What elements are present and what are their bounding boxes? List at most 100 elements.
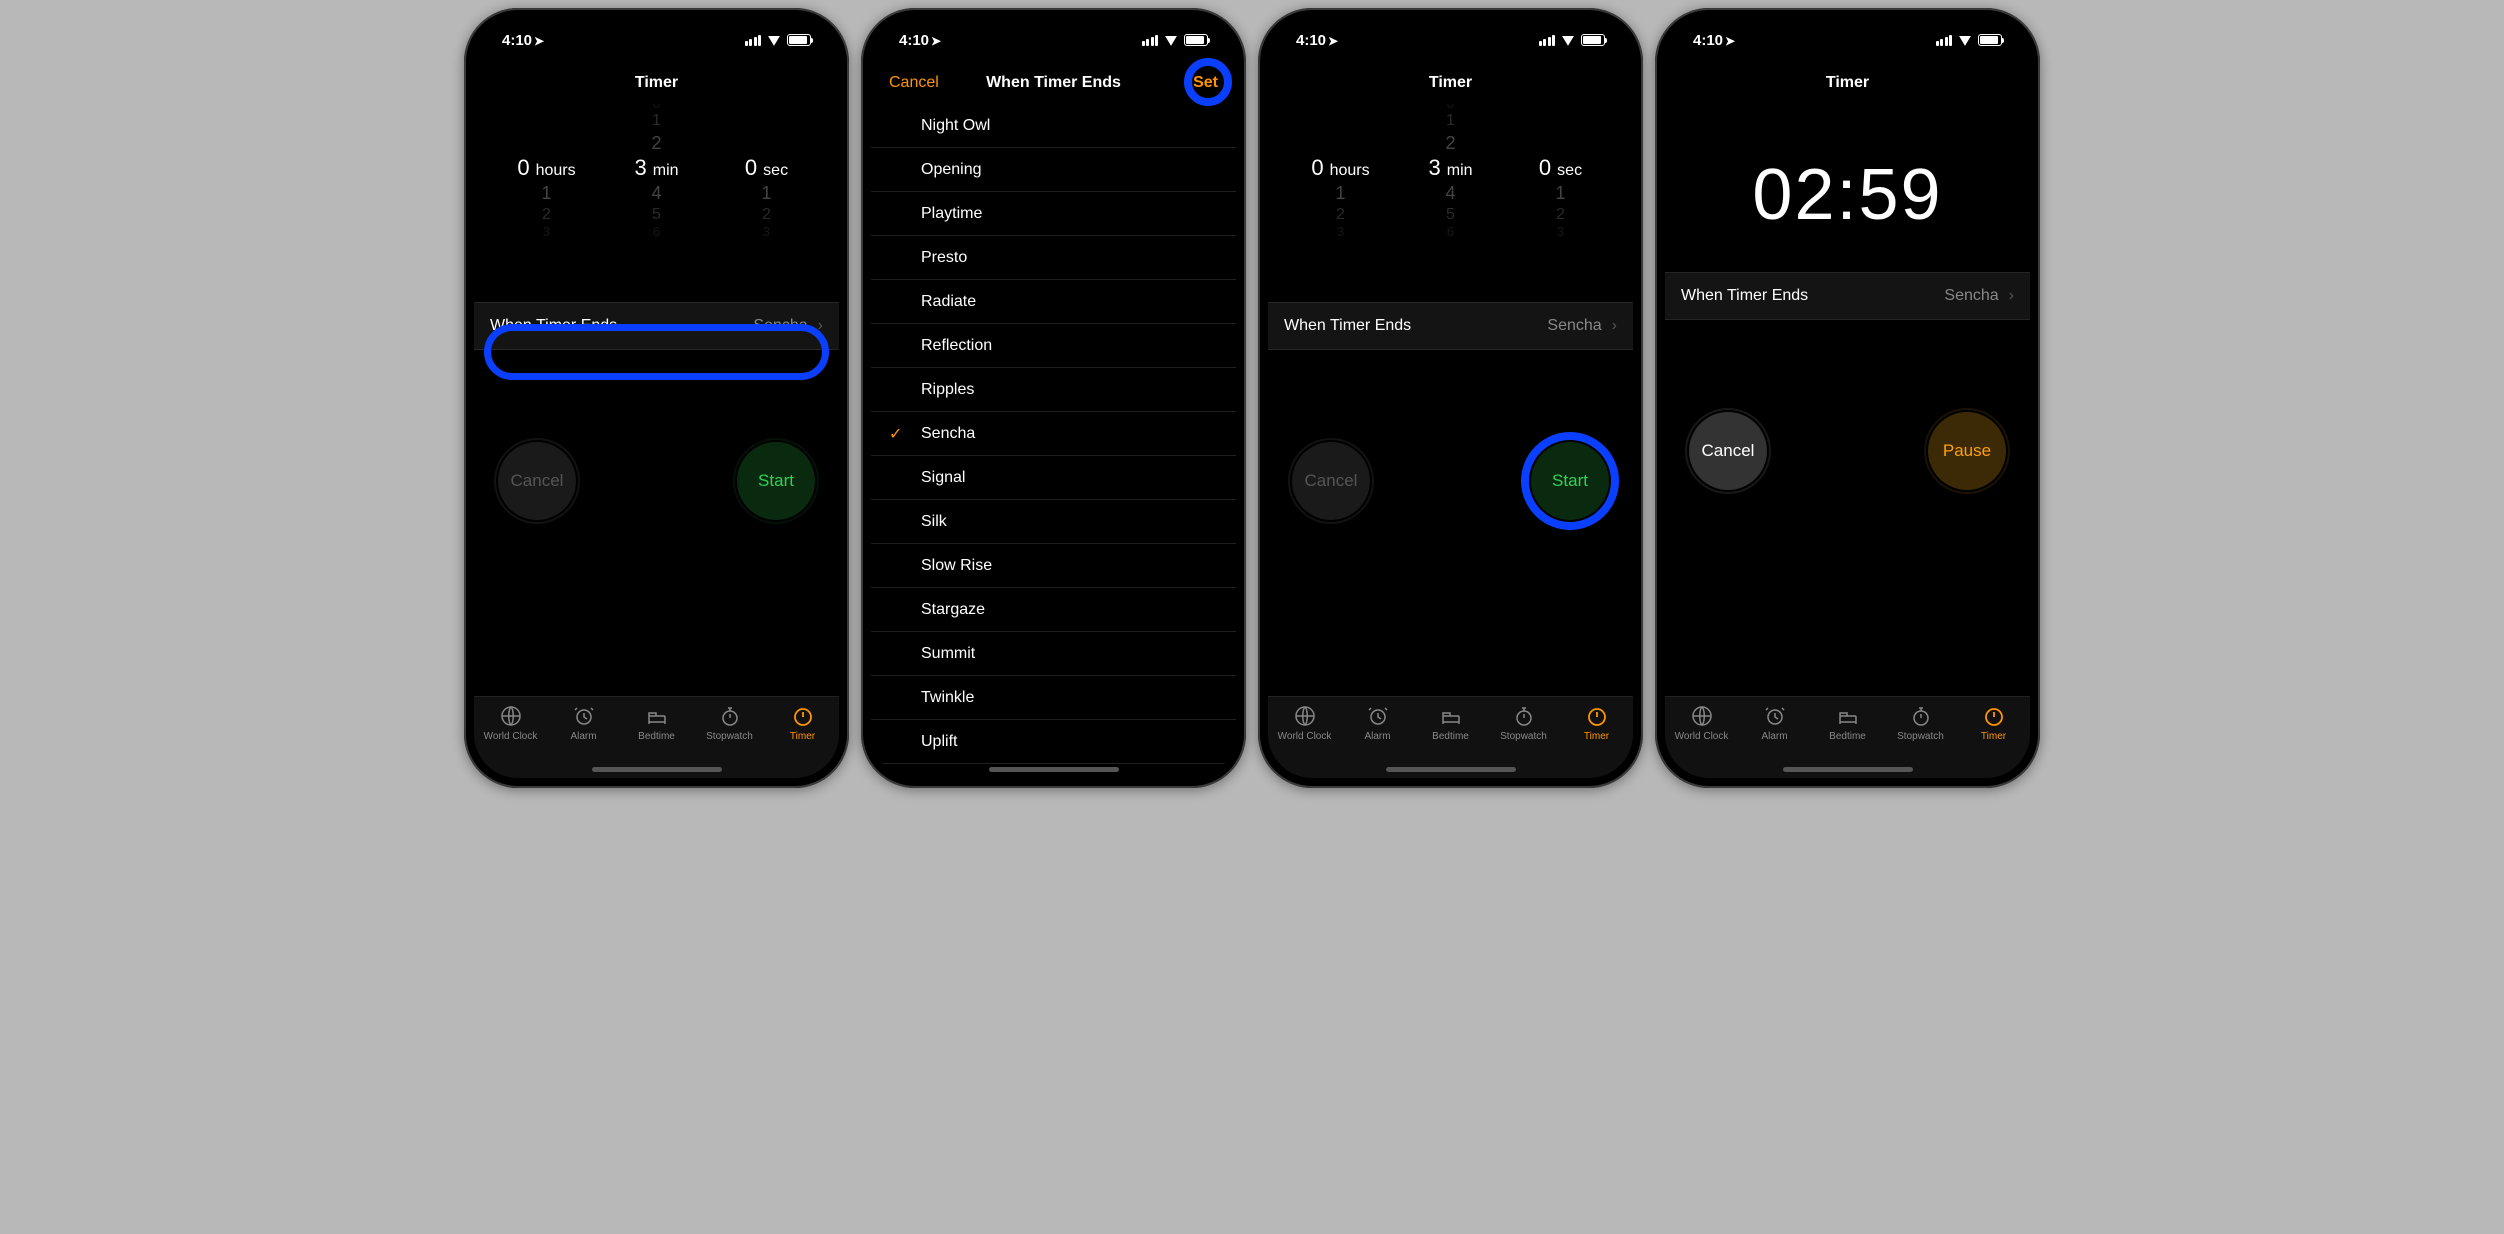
tab-bar: World Clock Alarm BedtimeStopwatch Timer xyxy=(474,696,839,778)
pause-button[interactable]: Pause xyxy=(1928,412,2006,490)
picker-hours[interactable]: 0hours 1 2 3 xyxy=(1291,155,1391,239)
sound-item-silk[interactable]: Silk xyxy=(871,500,1236,544)
sound-item-sencha[interactable]: ✓Sencha xyxy=(871,412,1236,456)
picker-min[interactable]: 0 1 2 3min 4 5 6 xyxy=(607,155,707,239)
cancel-button[interactable]: Cancel xyxy=(1292,442,1370,520)
bedtime-icon xyxy=(1835,703,1861,729)
tab-stopwatch[interactable]: Stopwatch xyxy=(1490,703,1558,742)
sound-list[interactable]: Night Owl Opening PlaytimePrestoRadiateRef… xyxy=(871,104,1236,778)
time-picker[interactable]: 0hours 1 2 3 0 1 2 3min 4 5 6 xyxy=(474,112,839,282)
nav-bar: Timer xyxy=(474,62,839,104)
sound-label: Night Owl xyxy=(921,117,990,135)
tab-label: World Clock xyxy=(484,731,538,742)
battery-icon xyxy=(1184,34,1208,46)
sound-item-playtime[interactable]: Playtime xyxy=(871,192,1236,236)
notch xyxy=(1758,18,1938,46)
status-time: 4:10➤ xyxy=(502,32,544,49)
cell-signal-icon xyxy=(1539,35,1556,46)
nav-title: Timer xyxy=(1826,74,1869,92)
time-picker[interactable]: 0hours 1 2 3 0 1 2 3min 4 5 6 xyxy=(1268,112,1633,282)
nav-bar: Cancel When Timer Ends Set xyxy=(871,62,1236,104)
world-clock-icon xyxy=(1689,703,1715,729)
phone-frame-2: 4:10➤ Cancel When Timer Ends Set Night O… xyxy=(861,8,1246,788)
cell-signal-icon xyxy=(1142,35,1159,46)
status-right xyxy=(745,34,812,46)
sound-item-summit[interactable]: Summit xyxy=(871,632,1236,676)
timer-icon xyxy=(790,703,816,729)
tab-bedtime[interactable]: Bedtime xyxy=(1814,703,1882,742)
tab-bedtime[interactable]: Bedtime xyxy=(1417,703,1485,742)
when-ends-label: When Timer Ends xyxy=(1284,317,1411,335)
status-time: 4:10➤ xyxy=(1296,32,1338,49)
tab-stopwatch[interactable]: Stopwatch xyxy=(1887,703,1955,742)
screen-1: 4:10➤ Timer 0hours 1 2 3 0 xyxy=(474,18,839,778)
cancel-nav-button[interactable]: Cancel xyxy=(889,74,939,92)
start-button[interactable]: Start xyxy=(737,442,815,520)
cancel-button[interactable]: Cancel xyxy=(1689,412,1767,490)
tab-timer[interactable]: Timer xyxy=(1960,703,2028,742)
tab-timer[interactable]: Timer xyxy=(1563,703,1631,742)
picker-hours[interactable]: 0hours 1 2 3 xyxy=(497,155,597,239)
chevron-right-icon: › xyxy=(818,317,823,335)
chevron-right-icon: › xyxy=(2009,287,2014,305)
wifi-icon xyxy=(1560,34,1576,46)
when-timer-ends-row[interactable]: When Timer Ends Sencha› xyxy=(1268,302,1633,350)
tab-label: Timer xyxy=(1981,731,2006,742)
sound-label: Twinkle xyxy=(921,689,974,707)
tab-label: Alarm xyxy=(570,731,596,742)
phone-frame-1: 4:10➤ Timer 0hours 1 2 3 0 xyxy=(464,8,849,788)
countdown-display: 02:59 xyxy=(1665,154,2030,236)
start-button[interactable]: Start xyxy=(1531,442,1609,520)
sound-item-opening[interactable]: Opening xyxy=(871,148,1236,192)
sound-label: Slow Rise xyxy=(921,557,992,575)
home-indicator[interactable] xyxy=(1386,767,1516,772)
tab-label: World Clock xyxy=(1675,731,1729,742)
battery-icon xyxy=(787,34,811,46)
home-indicator[interactable] xyxy=(989,767,1119,772)
sound-label: Summit xyxy=(921,645,975,663)
sound-item-presto[interactable]: Presto xyxy=(871,236,1236,280)
when-timer-ends-row[interactable]: When Timer Ends Sencha › xyxy=(1665,272,2030,320)
picker-min[interactable]: 0 1 2 3min 4 5 6 xyxy=(1401,155,1501,239)
stopwatch-icon xyxy=(1511,703,1537,729)
when-ends-value: Sencha xyxy=(1547,317,1601,335)
tab-label: Timer xyxy=(790,731,815,742)
sound-item-uplift[interactable]: Uplift xyxy=(871,720,1236,764)
tab-stopwatch[interactable]: Stopwatch xyxy=(696,703,764,742)
when-ends-value: Sencha xyxy=(1944,287,1998,305)
picker-sec[interactable]: 0sec 1 2 3 xyxy=(1511,155,1611,239)
location-icon: ➤ xyxy=(1725,34,1735,48)
sound-item-radiate[interactable]: Radiate xyxy=(871,280,1236,324)
sound-item-slow-rise[interactable]: Slow Rise xyxy=(871,544,1236,588)
battery-icon xyxy=(1978,34,2002,46)
battery-icon xyxy=(1581,34,1605,46)
sound-item-twinkle[interactable]: Twinkle xyxy=(871,676,1236,720)
tab-alarm[interactable]: Alarm xyxy=(550,703,618,742)
when-timer-ends-row[interactable]: When Timer Ends Sencha› xyxy=(474,302,839,350)
cancel-button[interactable]: Cancel xyxy=(498,442,576,520)
picker-sec[interactable]: 0sec 1 2 3 xyxy=(717,155,817,239)
sound-item-reflection[interactable]: Reflection xyxy=(871,324,1236,368)
wifi-icon xyxy=(766,34,782,46)
sound-item-night-owl[interactable]: Night Owl xyxy=(871,104,1236,148)
sound-item-stargaze[interactable]: Stargaze xyxy=(871,588,1236,632)
sound-item-ripples[interactable]: Ripples xyxy=(871,368,1236,412)
screen-2: 4:10➤ Cancel When Timer Ends Set Night O… xyxy=(871,18,1236,778)
sound-item-signal[interactable]: Signal xyxy=(871,456,1236,500)
sound-label: Opening xyxy=(921,161,982,179)
tab-bedtime[interactable]: Bedtime xyxy=(623,703,691,742)
tab-alarm[interactable]: Alarm xyxy=(1741,703,1809,742)
home-indicator[interactable] xyxy=(1783,767,1913,772)
stopwatch-icon xyxy=(1908,703,1934,729)
home-indicator[interactable] xyxy=(592,767,722,772)
tab-world-clock[interactable]: World Clock xyxy=(1668,703,1736,742)
timer-icon xyxy=(1584,703,1610,729)
nav-bar: Timer xyxy=(1665,62,2030,104)
tab-world-clock[interactable]: World Clock xyxy=(1271,703,1339,742)
tab-timer[interactable]: Timer xyxy=(769,703,837,742)
set-nav-button[interactable]: Set xyxy=(1193,74,1218,92)
tab-world-clock[interactable]: World Clock xyxy=(477,703,545,742)
screen-3: 4:10➤ Timer 0hours 1 2 3 0 xyxy=(1268,18,1633,778)
tab-alarm[interactable]: Alarm xyxy=(1344,703,1412,742)
when-ends-label: When Timer Ends xyxy=(1681,287,1808,305)
